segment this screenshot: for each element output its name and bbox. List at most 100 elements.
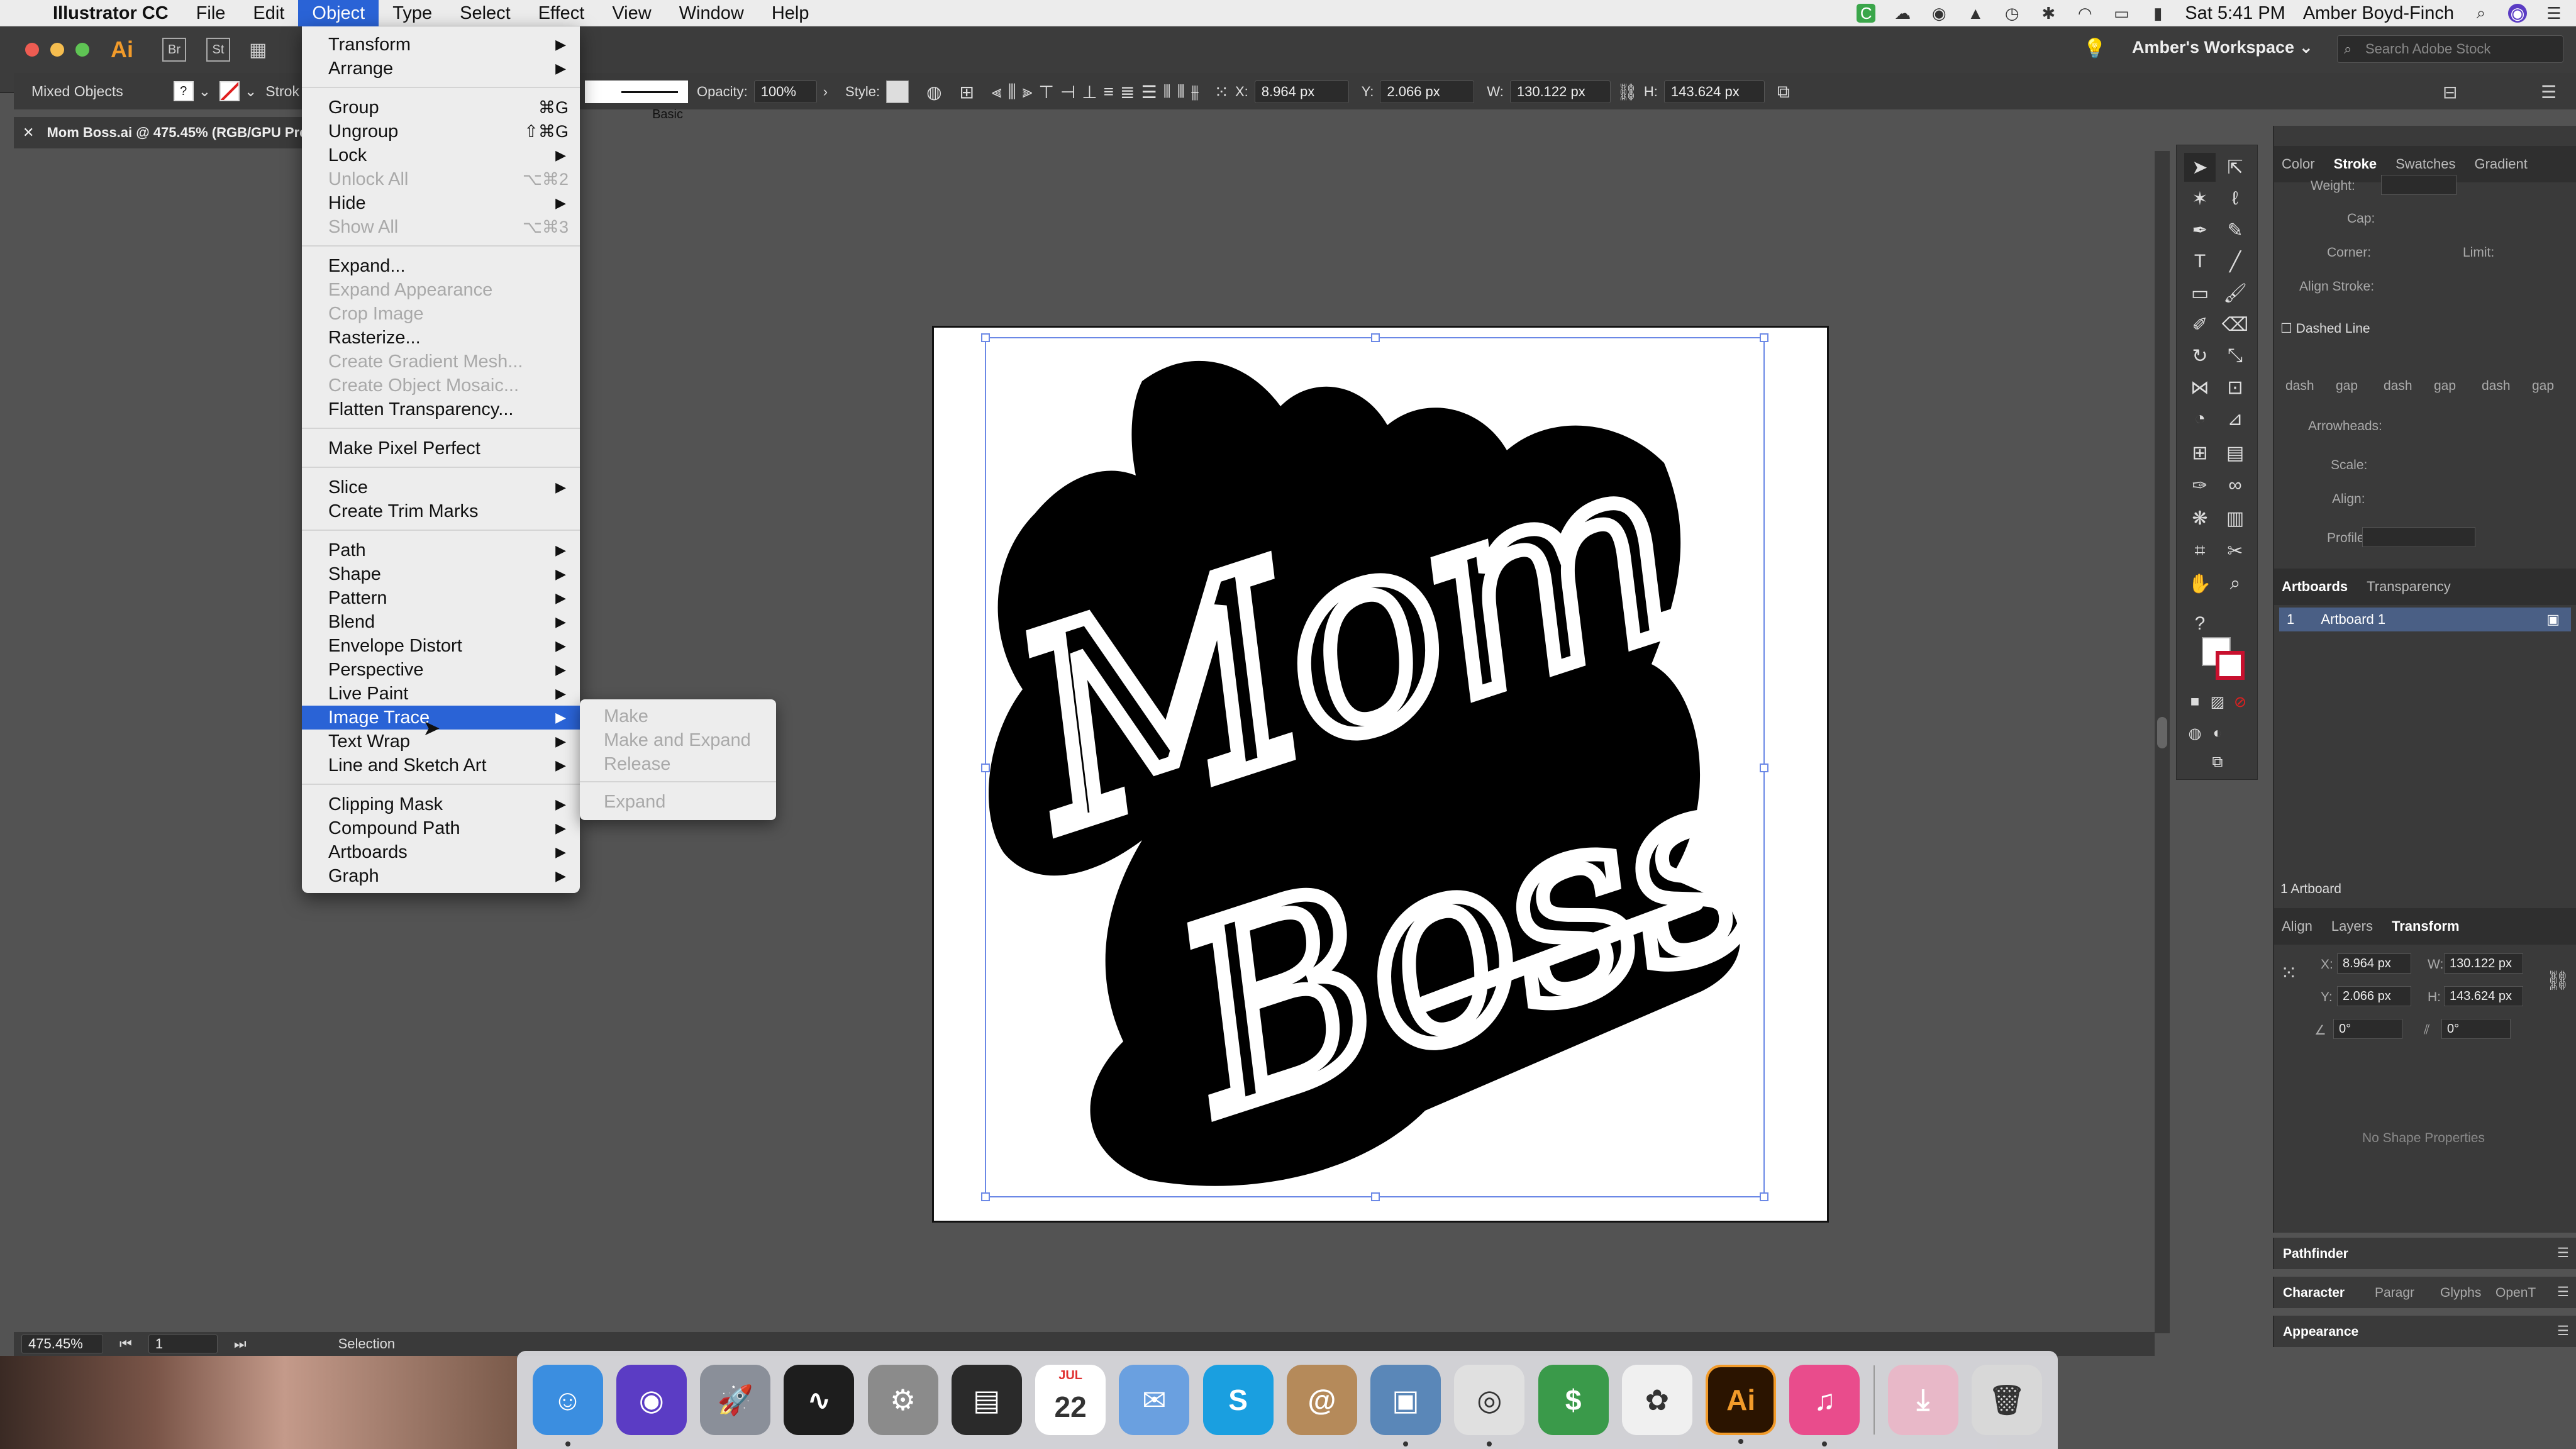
shear-input[interactable]: 0° [2441, 1019, 2511, 1039]
user-name[interactable]: Amber Boyd-Finch [2303, 3, 2454, 24]
fill-stroke-swatches[interactable] [2202, 637, 2246, 681]
dashed-line-checkbox[interactable]: ☐ Dashed Line [2280, 321, 2370, 336]
menu-item-line-and-sketch-art[interactable]: Line and Sketch Art ▶ [302, 753, 580, 777]
dock-finder-icon[interactable]: ☺ [532, 1365, 603, 1446]
appearance-panel[interactable]: Appearance ☰ [2273, 1316, 2576, 1347]
transform-icon[interactable]: ⊞ [960, 82, 974, 103]
distribute-top-icon[interactable]: ≡ [1104, 82, 1114, 102]
brush-definition[interactable]: Basic [585, 80, 688, 121]
dock-itunes-icon[interactable]: ♫ [1789, 1365, 1860, 1446]
transform-y-input[interactable]: 2.066 px [2337, 986, 2411, 1006]
workspace-switcher[interactable]: Amber's Workspace ⌄ [2132, 38, 2313, 57]
dock-mail-bird-icon[interactable]: ✉ [1119, 1365, 1190, 1435]
artboard-row[interactable]: 1 Artboard 1 ▣ [2279, 608, 2571, 631]
menu-item-create-object-mosaic[interactable]: Create Object Mosaic... [302, 374, 580, 397]
dock-screenshot-app-icon[interactable]: ▤ [951, 1365, 1022, 1435]
none-mode-icon[interactable]: ⊘ [2224, 687, 2256, 716]
selection-tool-icon[interactable]: ➤ [2184, 153, 2216, 182]
panel-menu-icon[interactable]: ☰ [2557, 1323, 2569, 1339]
dock-photos-icon[interactable]: ✿ [1621, 1365, 1692, 1435]
bluetooth-icon[interactable]: ✱ [2039, 4, 2058, 23]
align-left-icon[interactable]: ⫷ [992, 82, 1002, 103]
tab-swatches[interactable]: Swatches [2396, 156, 2455, 172]
tab-transform[interactable]: Transform [2392, 918, 2460, 935]
panel-menu-icon[interactable]: ☰ [2557, 1284, 2569, 1300]
free-transform-tool-icon[interactable]: ⊡ [2219, 373, 2251, 402]
menu-item-transform[interactable]: Transform ▶ [302, 33, 580, 57]
artboard-nav-first-icon[interactable]: ⏮ [119, 1336, 132, 1352]
mesh-tool-icon[interactable]: ⊞ [2184, 438, 2216, 467]
panel-menu-icon[interactable]: ☰ [2557, 1245, 2569, 1261]
arrange-documents-icon[interactable]: ▦ [249, 39, 267, 61]
selection-bounding-box[interactable] [981, 333, 1768, 1201]
symbol-sprayer-tool-icon[interactable]: ❋ [2184, 504, 2216, 533]
align-hcenter-icon[interactable]: ⫼ [1008, 82, 1016, 103]
menu-item-expand-appearance[interactable]: Expand Appearance [302, 278, 580, 302]
menu-item-graph[interactable]: Graph ▶ [302, 864, 580, 888]
menu-item-rasterize[interactable]: Rasterize... [302, 326, 580, 350]
spotlight-icon[interactable]: ⌕ [2472, 3, 2490, 23]
resize-handle[interactable] [1760, 763, 1768, 772]
dock-trash-icon[interactable]: 🗑 [1972, 1365, 2043, 1435]
tab-stroke[interactable]: Stroke [2334, 156, 2377, 172]
creative-cloud-icon[interactable]: ☁ [1893, 4, 1912, 23]
menu-item-arrange[interactable]: Arrange ▶ [302, 57, 580, 80]
siri-icon[interactable]: ◉ [2508, 4, 2527, 23]
dock-illustrator-icon[interactable]: Ai [1706, 1365, 1777, 1444]
close-window-button[interactable] [25, 43, 39, 57]
menu-select[interactable]: Select [446, 0, 525, 26]
artboard-nav-last-icon[interactable]: ⏭ [234, 1336, 247, 1352]
rectangle-tool-icon[interactable]: ▭ [2184, 279, 2216, 308]
tab-opentype[interactable]: OpenT [2496, 1285, 2536, 1301]
submenu-expand[interactable]: Expand [604, 790, 665, 814]
menu-item-pattern[interactable]: Pattern ▶ [302, 586, 580, 610]
menu-item-hide[interactable]: Hide ▶ [302, 191, 580, 215]
bridge-icon[interactable]: Br [162, 38, 186, 62]
wifi-icon[interactable]: ◠ [2075, 4, 2094, 23]
lasso-tool-icon[interactable]: ℓ [2219, 184, 2251, 213]
resize-handle[interactable] [1371, 333, 1380, 342]
menu-item-create-gradient-mesh[interactable]: Create Gradient Mesh... [302, 350, 580, 374]
tab-paragraph[interactable]: Paragr [2375, 1285, 2414, 1301]
dock-money-app-icon[interactable]: $ [1538, 1365, 1609, 1435]
align-right-icon[interactable]: ⫸ [1023, 82, 1033, 103]
menu-file[interactable]: File [182, 0, 240, 26]
artboard-tool-icon[interactable]: ⌗ [2184, 536, 2216, 565]
help-icon[interactable]: ? [2184, 609, 2216, 638]
tab-layers[interactable]: Layers [2331, 918, 2373, 935]
stroke-label[interactable]: Strok [265, 83, 299, 100]
line-tool-icon[interactable]: ╱ [2219, 247, 2251, 276]
resize-handle[interactable] [1760, 1192, 1768, 1201]
perspective-grid-tool-icon[interactable]: ⊿ [2219, 404, 2251, 433]
constrain-proportions-icon[interactable]: ⛓ [1617, 82, 1638, 102]
notification-center-icon[interactable]: ☰ [2545, 4, 2563, 23]
resize-handle[interactable] [1371, 1192, 1380, 1201]
distribute-vcenter-icon[interactable]: ≣ [1120, 82, 1135, 103]
resize-handle[interactable] [981, 763, 990, 772]
eyedropper-tool-icon[interactable]: ✑ [2184, 471, 2216, 500]
pathfinder-title[interactable]: Pathfinder [2283, 1246, 2348, 1262]
menu-item-artboards[interactable]: Artboards ▶ [302, 840, 580, 864]
close-tab-icon[interactable]: ✕ [23, 125, 34, 141]
menu-item-live-paint[interactable]: Live Paint ▶ [302, 682, 580, 706]
y-input[interactable]: 2.066 px [1380, 80, 1475, 103]
rotate-tool-icon[interactable]: ↻ [2184, 341, 2216, 370]
battery-icon[interactable]: ▮ [2148, 4, 2167, 23]
menu-object[interactable]: Object [298, 0, 379, 26]
reference-point-icon[interactable]: ⁙ [1214, 82, 1229, 103]
menu-effect[interactable]: Effect [525, 0, 599, 26]
character-panel[interactable]: Character Paragr Glyphs OpenT ☰ [2273, 1277, 2576, 1308]
align-top-icon[interactable]: ⊤ [1038, 82, 1053, 103]
scale-tool-icon[interactable]: ⤡ [2219, 341, 2251, 370]
appearance-title[interactable]: Appearance [2283, 1324, 2358, 1340]
menu-item-create-trim-marks[interactable]: Create Trim Marks [302, 499, 580, 523]
menu-view[interactable]: View [598, 0, 665, 26]
artboard-options-icon[interactable]: ▣ [2546, 608, 2560, 631]
curvature-tool-icon[interactable]: ✎ [2219, 216, 2251, 245]
menu-window[interactable]: Window [665, 0, 758, 26]
opacity-arrow-icon[interactable]: › [823, 84, 828, 100]
h-input[interactable]: 143.624 px [1663, 80, 1765, 103]
dock-siri-icon[interactable]: ◉ [616, 1365, 687, 1435]
dock-system-preferences-icon[interactable]: ⚙ [867, 1365, 938, 1435]
menu-item-envelope-distort[interactable]: Envelope Distort ▶ [302, 634, 580, 658]
